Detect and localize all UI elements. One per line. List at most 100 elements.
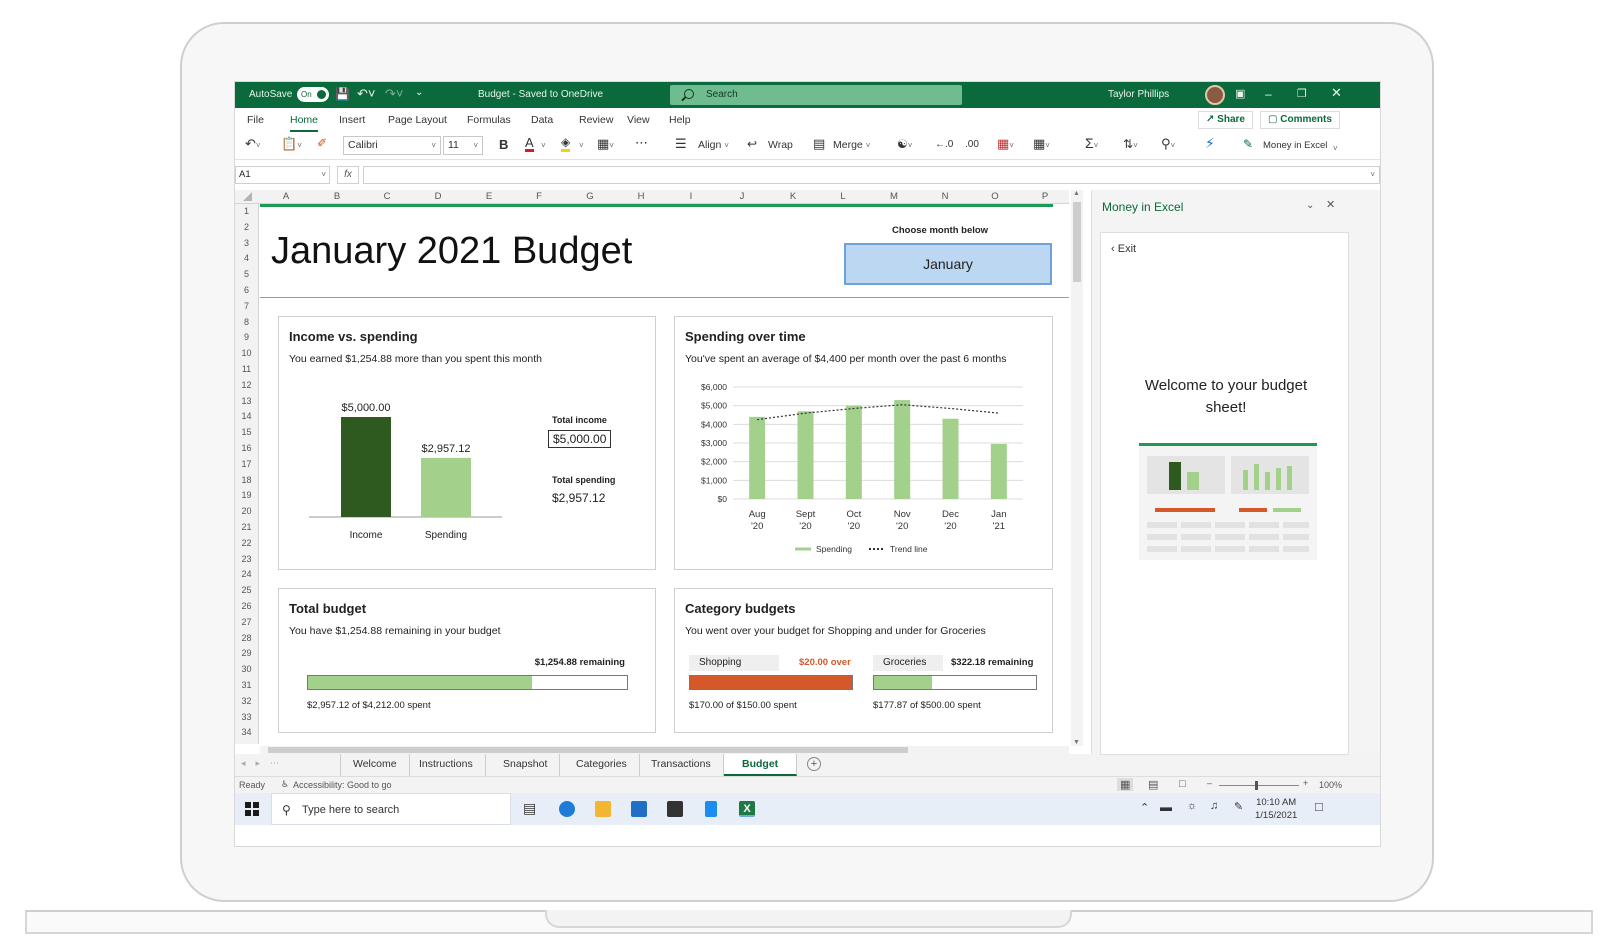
sort-filter-icon[interactable]: ⇅˅ (1123, 137, 1138, 151)
row-header[interactable]: 30 (235, 662, 258, 678)
zoom-out-icon[interactable]: – (1207, 778, 1212, 788)
money-in-excel-icon[interactable]: ✎ (1243, 137, 1253, 151)
tab-snapshot[interactable]: Snapshot (491, 754, 561, 776)
row-header[interactable]: 14 (235, 409, 258, 425)
row-header[interactable]: 35 (235, 741, 258, 744)
select-all-corner[interactable] (243, 192, 252, 201)
menu-formulas[interactable]: Formulas (467, 114, 511, 126)
conditional-format-icon[interactable]: ▦˅ (997, 136, 1014, 152)
undo-icon[interactable]: ↶˅ (357, 86, 375, 102)
accessibility-status[interactable]: Accessibility: Good to go (293, 780, 392, 790)
row-header[interactable]: 21 (235, 520, 258, 536)
horizontal-scroll-thumb[interactable] (268, 747, 908, 753)
row-header[interactable]: 18 (235, 473, 258, 489)
row-header[interactable]: 13 (235, 394, 258, 410)
column-header[interactable]: F (529, 191, 549, 202)
phone-link-icon[interactable] (705, 801, 717, 817)
column-header[interactable]: K (783, 191, 803, 202)
column-header[interactable]: C (377, 191, 397, 202)
merge-icon[interactable]: ▤ (813, 136, 825, 152)
borders-icon[interactable]: ▦˅ (597, 136, 614, 152)
edge-icon[interactable] (559, 801, 575, 817)
menu-data[interactable]: Data (531, 114, 553, 126)
battery-icon[interactable]: ▬ (1160, 800, 1172, 814)
find-icon[interactable]: ⚲˅ (1161, 136, 1175, 152)
page-break-view-icon[interactable]: □ (1179, 778, 1186, 790)
column-header[interactable]: O (985, 191, 1005, 202)
menu-review[interactable]: Review (579, 114, 613, 126)
fill-color-icon[interactable]: ◈ (561, 136, 571, 152)
row-header[interactable]: 17 (235, 457, 258, 473)
menu-help[interactable]: Help (669, 114, 691, 126)
font-color-icon[interactable]: A (525, 136, 534, 152)
decrease-decimal-icon[interactable]: .00 (965, 139, 979, 150)
font-size-select[interactable]: 11 ˅ (443, 136, 483, 155)
fill-color-dropdown-icon[interactable]: ˅ (579, 139, 584, 151)
column-header[interactable]: L (833, 191, 853, 202)
row-header[interactable]: 29 (235, 646, 258, 662)
row-header[interactable]: 1 (235, 204, 258, 220)
row-header[interactable]: 6 (235, 283, 258, 299)
customize-icon[interactable]: ⌄ (415, 87, 423, 98)
menu-page-layout[interactable]: Page Layout (388, 114, 447, 126)
row-header[interactable]: 22 (235, 536, 258, 552)
scroll-up-icon[interactable]: ▲ (1073, 190, 1080, 197)
tab-instructions[interactable]: Instructions (407, 754, 486, 776)
formula-input[interactable]: ˅ (363, 166, 1380, 184)
row-header[interactable]: 27 (235, 615, 258, 631)
row-header[interactable]: 3 (235, 236, 258, 252)
tray-chevron-icon[interactable]: ⌃ (1140, 801, 1149, 814)
restore-icon[interactable]: ❐ (1297, 87, 1307, 100)
row-header[interactable]: 4 (235, 251, 258, 267)
document-title[interactable]: Budget - Saved to OneDrive (478, 89, 603, 100)
row-header[interactable]: 24 (235, 567, 258, 583)
notifications-icon[interactable]: □ (1315, 799, 1323, 814)
normal-view-icon[interactable]: ▦ (1117, 778, 1134, 791)
row-header[interactable]: 9 (235, 330, 258, 346)
horizontal-scrollbar[interactable] (260, 746, 1069, 754)
excel-taskbar-icon[interactable]: X (739, 801, 755, 817)
column-header[interactable]: A (276, 191, 296, 202)
column-header[interactable]: E (479, 191, 499, 202)
scroll-down-icon[interactable]: ▼ (1073, 739, 1080, 746)
format-painter-icon[interactable]: ✐ (317, 136, 327, 150)
file-explorer-icon[interactable] (595, 801, 611, 817)
format-table-icon[interactable]: ▦˅ (1033, 136, 1050, 152)
merge-button[interactable]: Merge ˅ (833, 139, 870, 151)
vertical-scroll-thumb[interactable] (1073, 202, 1081, 282)
font-color-dropdown-icon[interactable]: ˅ (541, 139, 546, 151)
worksheet[interactable]: January 2021 Budget Choose month below J… (260, 204, 1069, 744)
pen-icon[interactable]: ✎ (1234, 800, 1243, 813)
column-header[interactable]: M (884, 191, 904, 202)
task-view-icon[interactable]: ▤ (523, 800, 536, 817)
row-header[interactable]: 7 (235, 299, 258, 315)
volume-icon[interactable]: ♫ (1210, 800, 1218, 812)
zoom-slider-thumb[interactable] (1255, 781, 1258, 790)
menu-view[interactable]: View (627, 114, 650, 126)
row-header[interactable]: 25 (235, 583, 258, 599)
row-header[interactable]: 15 (235, 425, 258, 441)
row-header[interactable]: 32 (235, 694, 258, 710)
exit-button[interactable]: ‹ Exit (1111, 243, 1136, 255)
pane-close-icon[interactable]: ✕ (1326, 198, 1335, 211)
autosum-icon[interactable]: Σ˅ (1085, 135, 1098, 151)
total-income-value[interactable]: $5,000.00 (548, 430, 612, 448)
ideas-icon[interactable]: ⚡ (1205, 135, 1215, 152)
zoom-in-icon[interactable]: + (1303, 778, 1308, 788)
zoom-level[interactable]: 100% (1319, 780, 1342, 790)
accessibility-icon[interactable]: ♿ (281, 779, 289, 790)
row-header[interactable]: 33 (235, 710, 258, 726)
row-header[interactable]: 23 (235, 552, 258, 568)
column-header[interactable]: P (1035, 191, 1055, 202)
save-icon[interactable]: 💾 (335, 87, 350, 101)
row-header[interactable]: 26 (235, 599, 258, 615)
clock[interactable]: 10:10 AM 1/15/2021 (1255, 796, 1297, 822)
row-header[interactable]: 28 (235, 631, 258, 647)
column-header[interactable]: B (327, 191, 347, 202)
wrap-icon[interactable]: ↩ (747, 137, 757, 151)
wifi-icon[interactable]: ☼ (1187, 800, 1197, 812)
font-family-select[interactable]: Calibri ˅ (343, 136, 441, 155)
row-header[interactable]: 16 (235, 441, 258, 457)
align-icon[interactable]: ☰ (675, 136, 687, 152)
column-header[interactable]: G (580, 191, 600, 202)
